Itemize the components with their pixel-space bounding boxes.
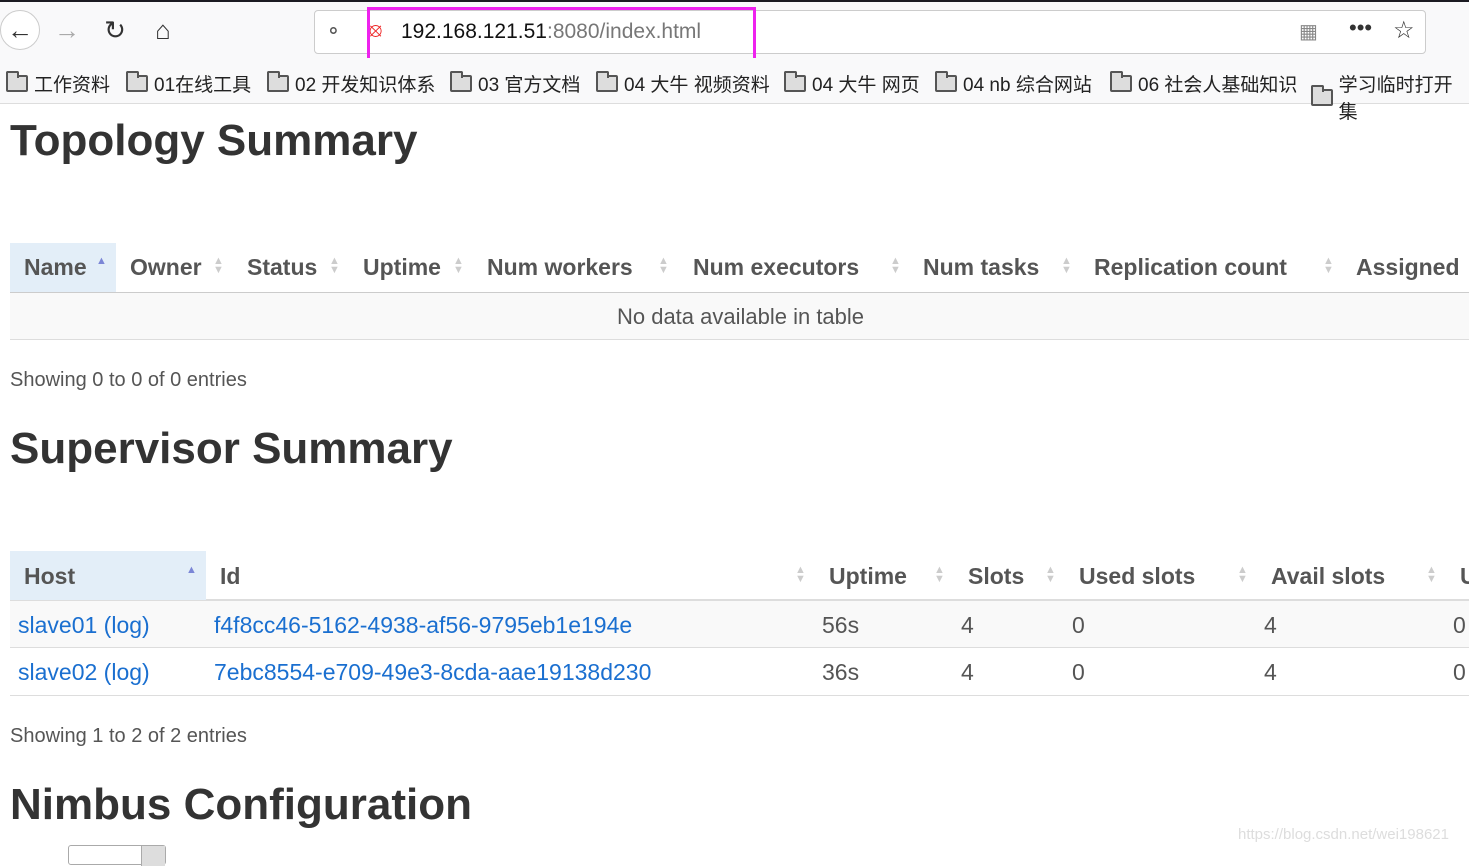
back-button[interactable]: ← [0, 10, 40, 50]
bookmark-label: 04 大牛 视频资料 [624, 75, 770, 96]
watermark: https://blog.csdn.net/wei198621 [1238, 826, 1449, 843]
bookmark-folder[interactable]: 学习临时打开集 [1311, 70, 1469, 124]
folder-icon [1110, 71, 1132, 92]
log-link[interactable]: (log) [104, 659, 150, 685]
bookmark-label: 06 社会人基础知识 [1138, 75, 1298, 96]
browser-toolbar: ← → ↻ ⌂ ⚬ ⦻ 192.168.121.51:8080/index.ht… [0, 0, 1469, 66]
th-replication-count[interactable]: Replication count [1094, 254, 1287, 281]
sort-icon[interactable]: ▲ ▼ [934, 565, 945, 585]
bookmark-label: 01在线工具 [154, 75, 252, 96]
bookmark-label: 02 开发知识体系 [295, 75, 436, 96]
bookmark-label: 04 大牛 网页 [812, 75, 920, 96]
bookmark-folder[interactable]: 04 nb 综合网站 [935, 70, 1092, 97]
sort-icon[interactable]: ▲ ▼ [658, 256, 669, 276]
slots-cell: 4 [961, 659, 974, 685]
folder-icon [1311, 84, 1333, 106]
sort-icon[interactable]: ▲ ▼ [329, 256, 340, 276]
home-button[interactable]: ⌂ [143, 10, 183, 50]
th-used-slots[interactable]: Used slots [1079, 563, 1195, 590]
sort-icon[interactable]: ▲ ▼ [890, 256, 901, 276]
folder-icon [596, 71, 618, 92]
host-cell: slave02 (log) [18, 659, 150, 686]
folder-icon [784, 71, 806, 92]
forward-button[interactable]: → [47, 10, 87, 50]
bookmark-label: 学习临时打开集 [1338, 75, 1453, 123]
th-slots[interactable]: Slots [968, 563, 1024, 590]
avail-slots-cell: 4 [1264, 612, 1277, 638]
th-uptime[interactable]: Uptime [363, 254, 441, 281]
folder-icon [267, 71, 289, 92]
bookmark-label: 工作资料 [34, 75, 111, 96]
avail-slots-cell: 4 [1264, 659, 1277, 685]
th-num-tasks[interactable]: Num tasks [923, 254, 1039, 281]
bookmark-folder[interactable]: 03 官方文档 [450, 70, 580, 97]
sort-icon[interactable]: ▲ ▼ [213, 256, 224, 276]
empty-message: No data available in table [616, 304, 865, 329]
folder-icon [450, 71, 472, 92]
sort-icon[interactable]: ▲ ▼ [453, 256, 464, 276]
th-name[interactable]: Name [24, 254, 87, 281]
bookmark-folder[interactable]: 工作资料 [6, 70, 110, 97]
host-link[interactable]: slave02 [18, 659, 97, 685]
bookmark-folder[interactable]: 06 社会人基础知识 [1110, 70, 1297, 97]
th-assigned[interactable]: Assigned [1356, 254, 1460, 281]
log-link[interactable]: (log) [104, 612, 150, 638]
shield-icon[interactable]: ⚬ [325, 19, 342, 44]
th-num-executors[interactable]: Num executors [693, 254, 859, 281]
supervisor-id-link[interactable]: f4f8cc46-5162-4938-af56-9795eb1e194e [214, 612, 632, 639]
bookmark-folder[interactable]: 01在线工具 [126, 70, 251, 97]
used-slots-cell: 0 [1072, 612, 1085, 638]
folder-icon [126, 71, 148, 92]
bookmark-folder[interactable]: 04 大牛 视频资料 [596, 70, 770, 97]
sort-icon[interactable]: ▲ ▼ [1061, 256, 1072, 276]
th-owner[interactable]: Owner [130, 254, 202, 281]
sort-icon[interactable]: ▲ ▼ [1426, 565, 1437, 585]
th-num-workers[interactable]: Num workers [487, 254, 633, 281]
uptime-cell: 56s [822, 612, 860, 638]
bookmark-folder[interactable]: 02 开发知识体系 [267, 70, 435, 97]
uptime-cell: 36s [822, 659, 860, 685]
used-mem-cell: 0 [1453, 659, 1466, 685]
qr-code-icon[interactable]: ▦ [1299, 19, 1318, 44]
reload-button[interactable]: ↻ [95, 10, 135, 50]
supervisor-summary-title: Supervisor Summary [10, 424, 453, 473]
bookmark-label: 04 nb 综合网站 [963, 75, 1092, 96]
th-status[interactable]: Status [247, 254, 317, 281]
supervisor-info: Showing 1 to 2 of 2 entries [10, 725, 247, 747]
th-id[interactable]: Id [220, 563, 240, 590]
more-actions-icon[interactable]: ••• [1349, 15, 1372, 41]
th-used-mem[interactable]: U [1460, 563, 1469, 590]
topology-summary-title: Topology Summary [10, 116, 418, 165]
sort-icon[interactable]: ▲ ▼ [1323, 256, 1334, 276]
th-host[interactable]: Host [24, 563, 75, 590]
nimbus-configuration-title: Nimbus Configuration [10, 780, 472, 829]
slots-cell: 4 [961, 612, 974, 638]
folder-icon [935, 71, 957, 92]
supervisor-id-link[interactable]: 7ebc8554-e709-49e3-8cda-aae19138d230 [214, 659, 651, 686]
sort-icon[interactable]: ▲ ▼ [795, 565, 806, 585]
sort-asc-icon[interactable]: ▲ [186, 565, 197, 576]
sort-asc-icon[interactable]: ▲ [96, 256, 107, 267]
used-slots-cell: 0 [1072, 659, 1085, 685]
sort-icon[interactable]: ▲ ▼ [1045, 565, 1056, 585]
th-avail-slots[interactable]: Avail slots [1271, 563, 1385, 590]
folder-icon [6, 71, 28, 92]
host-link[interactable]: slave01 [18, 612, 97, 638]
used-mem-cell: 0 [1453, 612, 1466, 638]
page-length-select[interactable] [68, 845, 166, 866]
bookmark-label: 03 官方文档 [478, 75, 581, 96]
th-uptime[interactable]: Uptime [829, 563, 907, 590]
empty-row: No data available in table [10, 293, 1469, 340]
bookmark-star-icon[interactable]: ☆ [1393, 16, 1415, 45]
sort-icon[interactable]: ▲ ▼ [1237, 565, 1248, 585]
bookmark-folder[interactable]: 04 大牛 网页 [784, 70, 920, 97]
topology-info: Showing 0 to 0 of 0 entries [10, 369, 247, 391]
host-cell: slave01 (log) [18, 612, 150, 639]
